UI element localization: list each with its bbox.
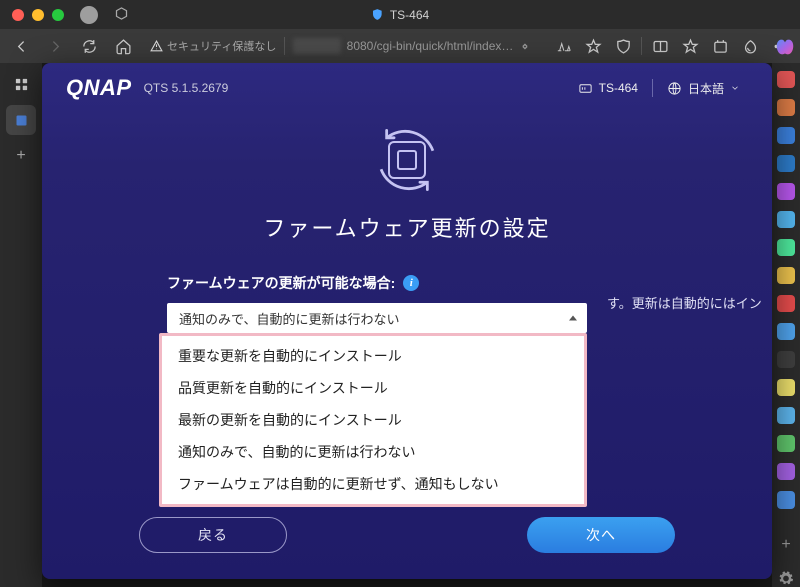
text-size-button[interactable] (549, 31, 577, 61)
divider (641, 37, 642, 55)
tab-item-qnap[interactable] (6, 105, 36, 135)
profile-avatar-icon[interactable] (80, 6, 98, 24)
dropdown-option[interactable]: 重要な更新を自動的にインストール (162, 340, 584, 372)
back-button[interactable] (6, 31, 36, 61)
clear-url-button[interactable] (520, 31, 537, 61)
copilot-icon[interactable] (774, 36, 796, 58)
macos-titlebar: TS-464 (0, 0, 800, 29)
update-policy-select[interactable]: 通知のみで、自動的に更新は行わない 重要な更新を自動的にインストール品質更新を自… (167, 303, 587, 333)
device-name-chip[interactable]: TS-464 (570, 77, 646, 100)
extension-icon[interactable] (777, 491, 795, 508)
extension-icon[interactable] (777, 323, 795, 340)
firmware-icon-wrap (102, 123, 712, 197)
security-label: セキュリティ保護なし (167, 38, 276, 54)
language-text: 日本語 (688, 80, 724, 97)
strip-add-button[interactable]: + (771, 531, 800, 559)
extension-icon[interactable] (777, 155, 795, 172)
divider (284, 37, 285, 55)
security-warning: セキュリティ保護なし (150, 38, 276, 54)
wizard-buttons: 戻る 次へ (42, 517, 772, 553)
performance-button[interactable] (736, 31, 764, 61)
refresh-button[interactable] (74, 31, 104, 61)
new-tab-button[interactable]: + (6, 141, 36, 171)
page-title: ファームウェア更新の設定 (102, 211, 712, 243)
extension-icon[interactable] (777, 239, 795, 256)
nas-icon (578, 81, 593, 96)
home-button[interactable] (108, 31, 138, 61)
package-icon[interactable] (114, 6, 129, 24)
form-label: ファームウェアの更新が可能な場合: i (167, 273, 647, 293)
chevron-down-icon (730, 83, 740, 93)
qnap-version: QTS 5.1.5.2679 (144, 81, 229, 95)
extension-icon[interactable] (777, 463, 795, 480)
firmware-form: ファームウェアの更新が可能な場合: i 通知のみで、自動的に更新は行わない 重要… (167, 273, 647, 333)
toolbar-right-icons (549, 31, 794, 61)
browser-toolbar: セキュリティ保護なし 8080/cgi-bin/quick/html/index… (0, 29, 800, 63)
extension-icon[interactable] (777, 267, 795, 284)
extension-icon[interactable] (777, 407, 795, 424)
next-button[interactable]: 次へ (527, 517, 675, 553)
extension-icon[interactable] (777, 71, 795, 88)
close-window-button[interactable] (12, 9, 24, 21)
next-button-label: 次へ (586, 525, 616, 545)
extension-icon[interactable] (777, 351, 795, 368)
form-label-text: ファームウェアの更新が可能な場合: (167, 273, 395, 293)
qnap-setup-window: QNAP QTS 5.1.5.2679 TS-464 日本語 ファームウェア更新… (42, 63, 772, 579)
shield-icon (371, 8, 384, 21)
language-selector[interactable]: 日本語 (659, 76, 748, 101)
extension-icon[interactable] (777, 127, 795, 144)
hint-fragment: す。更新は自動的にはイン (607, 293, 762, 312)
shield-button[interactable] (609, 31, 637, 61)
dropdown-option[interactable]: 品質更新を自動的にインストール (162, 372, 584, 404)
extension-icon[interactable] (777, 183, 795, 200)
split-screen-button[interactable] (646, 31, 674, 61)
extension-icon[interactable] (777, 99, 795, 116)
extensions-strip: + (772, 63, 800, 587)
favorites-list-button[interactable] (676, 31, 704, 61)
qnap-logo: QNAP (66, 75, 132, 101)
device-name-text: TS-464 (599, 81, 638, 95)
update-policy-dropdown: 重要な更新を自動的にインストール品質更新を自動的にインストール最新の更新を自動的… (159, 333, 587, 507)
info-icon[interactable]: i (403, 275, 419, 291)
favorite-button[interactable] (579, 31, 607, 61)
back-button[interactable]: 戻る (139, 517, 287, 553)
chip-icon (388, 141, 426, 179)
dropdown-option[interactable]: 最新の更新を自動的にインストール (162, 404, 584, 436)
extension-icon[interactable] (777, 211, 795, 228)
divider (652, 79, 653, 97)
back-button-label: 戻る (198, 525, 228, 545)
maximize-window-button[interactable] (52, 9, 64, 21)
dropdown-option[interactable]: 通知のみで、自動的に更新は行わない (162, 436, 584, 468)
forward-button[interactable] (40, 31, 70, 61)
minimize-window-button[interactable] (32, 9, 44, 21)
window-title-text: TS-464 (390, 8, 429, 22)
select-value: 通知のみで、自動的に更新は行わない (179, 309, 399, 328)
strip-settings-icon[interactable] (777, 570, 795, 587)
address-bar[interactable]: セキュリティ保護なし 8080/cgi-bin/quick/html/index… (142, 31, 545, 61)
extension-icon[interactable] (777, 435, 795, 452)
dropdown-option[interactable]: ファームウェアは自動的に更新せず、通知もしない (162, 468, 584, 500)
select-caret-icon (569, 316, 577, 321)
vertical-tabs-strip: + (0, 63, 42, 587)
url-redacted (293, 38, 341, 54)
extension-icon[interactable] (777, 295, 795, 312)
traffic-lights (12, 9, 64, 21)
globe-icon (667, 81, 682, 96)
extension-icon[interactable] (777, 379, 795, 396)
qnap-body: ファームウェア更新の設定 ファームウェアの更新が可能な場合: i 通知のみで、自… (42, 113, 772, 333)
firmware-update-icon (370, 123, 444, 197)
url-text: 8080/cgi-bin/quick/html/index.html#ad... (347, 39, 514, 53)
tabs-overview-button[interactable] (6, 69, 36, 99)
window-title: TS-464 (371, 8, 429, 22)
collections-button[interactable] (706, 31, 734, 61)
qnap-header: QNAP QTS 5.1.5.2679 TS-464 日本語 (42, 63, 772, 113)
